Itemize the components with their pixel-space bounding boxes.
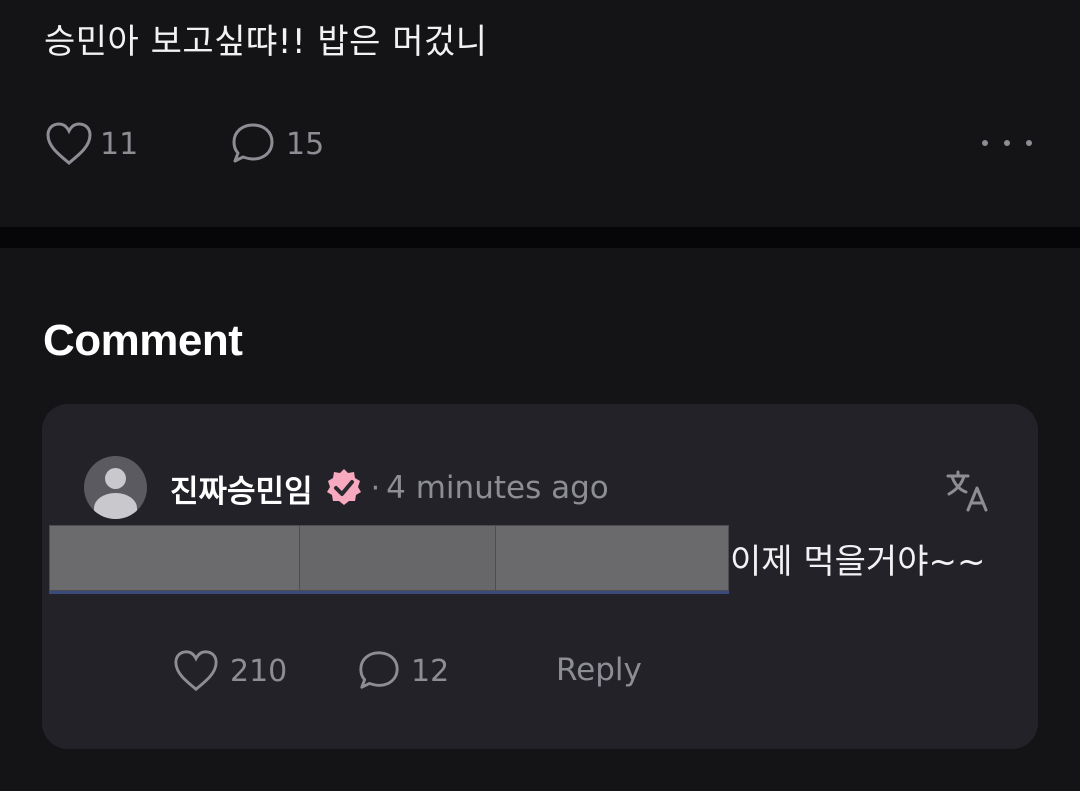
section-divider bbox=[0, 227, 1080, 248]
post-comment-button[interactable]: 15 bbox=[230, 120, 324, 168]
post-text: 승민아 보고싶땨!! 밥은 머겄니 bbox=[44, 22, 488, 62]
redaction-block bbox=[495, 525, 729, 591]
avatar[interactable] bbox=[84, 456, 147, 519]
comment-username[interactable]: 진짜승민임 bbox=[170, 466, 313, 511]
redaction-block bbox=[299, 525, 497, 591]
post-like-count: 11 bbox=[100, 126, 139, 162]
post: 승민아 보고싶땨!! 밥은 머겄니 11 15 bbox=[0, 0, 1080, 227]
comment-timestamp: 4 minutes ago bbox=[386, 470, 609, 506]
translate-icon[interactable] bbox=[944, 466, 992, 514]
speech-bubble-icon bbox=[359, 651, 399, 689]
heart-icon bbox=[174, 650, 218, 692]
redaction-block bbox=[49, 525, 301, 591]
comment-section-title: Comment bbox=[43, 316, 243, 365]
reply-button[interactable]: Reply bbox=[556, 648, 642, 692]
comment-reply-count-button[interactable]: 12 bbox=[357, 648, 449, 694]
comment-reply-count: 12 bbox=[411, 653, 450, 689]
heart-icon bbox=[46, 122, 92, 165]
comment-header: 진짜승민임 · 4 minutes ago bbox=[170, 466, 609, 510]
comment-card: 진짜승민임 · 4 minutes ago 이제 먹을거야~~ 210 12 R… bbox=[42, 404, 1038, 749]
comment-like-count: 210 bbox=[230, 653, 288, 689]
comment-like-button[interactable]: 210 bbox=[172, 648, 287, 694]
more-options-icon[interactable] bbox=[982, 128, 1032, 158]
post-like-button[interactable]: 11 bbox=[44, 120, 138, 168]
separator-dot: · bbox=[370, 470, 381, 506]
post-comment-count: 15 bbox=[286, 126, 325, 162]
verified-badge-icon bbox=[326, 469, 361, 505]
speech-bubble-icon bbox=[232, 123, 274, 163]
comment-text: 이제 먹을거야~~ bbox=[730, 542, 986, 582]
